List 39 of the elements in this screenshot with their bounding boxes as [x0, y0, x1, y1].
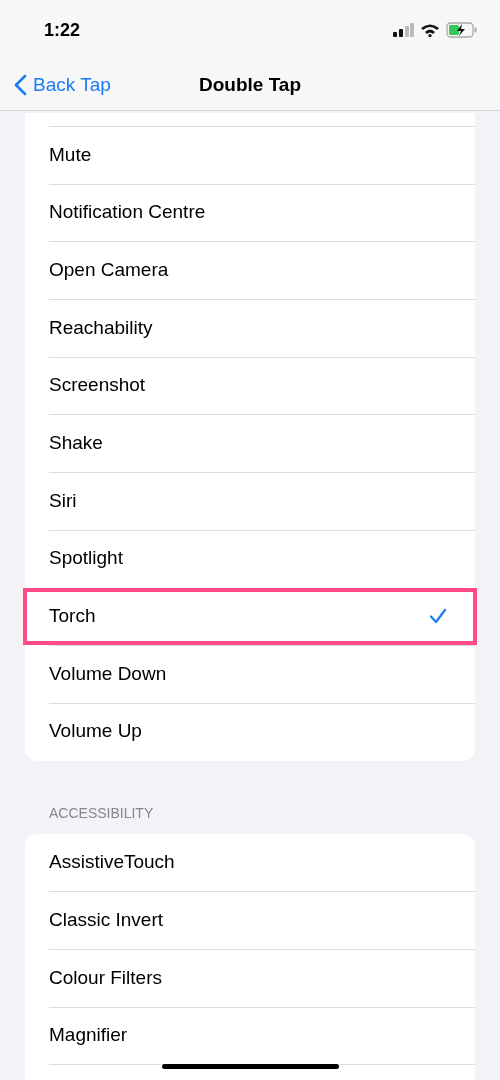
option-row[interactable]: Reachability — [25, 299, 475, 357]
checkmark-icon — [429, 608, 447, 625]
signal-icon — [392, 23, 414, 37]
option-label: Reachability — [49, 315, 153, 340]
battery-icon — [446, 22, 478, 38]
screen-title: Double Tap — [198, 72, 301, 97]
back-button[interactable]: Back Tap — [14, 70, 111, 100]
option-label: Shake — [49, 431, 103, 456]
option-label: Spotlight — [49, 546, 123, 571]
option-label: Colour Filters — [49, 965, 162, 990]
chevron-left-icon — [14, 74, 27, 96]
option-row[interactable]: Volume Down — [25, 645, 475, 703]
option-row[interactable]: Volume Up — [25, 702, 475, 761]
option-label: Open Camera — [49, 257, 169, 282]
option-label: Classic Invert — [49, 907, 164, 932]
option-label: Magnifier — [49, 1023, 128, 1048]
option-label: Siri — [49, 488, 77, 513]
option-row[interactable]: Mute — [25, 126, 475, 184]
option-label: Volume Up — [49, 719, 142, 744]
option-row[interactable]: AssistiveTouch — [25, 833, 475, 892]
option-row[interactable]: Colour Filters — [25, 948, 475, 1007]
option-row[interactable]: Torch — [23, 587, 477, 646]
option-label: Torch — [49, 604, 96, 629]
option-row[interactable]: Classic Invert — [25, 891, 475, 949]
option-row[interactable]: Spotlight — [25, 529, 475, 588]
option-row[interactable]: Screenshot — [25, 356, 475, 415]
option-row[interactable]: Siri — [25, 472, 475, 530]
wifi-icon — [420, 23, 440, 37]
option-label: AssistiveTouch — [49, 850, 175, 875]
option-label: Screenshot — [49, 373, 146, 398]
option-row[interactable]: Shake — [25, 414, 475, 473]
option-row[interactable]: Open Camera — [25, 241, 475, 300]
option-label: Notification Centre — [49, 200, 206, 225]
option-row[interactable]: Notification Centre — [25, 183, 475, 242]
section-header: ACCESSIBILITY — [49, 804, 154, 821]
option-label: Volume Down — [49, 661, 167, 686]
status-time: 1:22 — [44, 18, 81, 42]
option-row[interactable]: Magnifier — [25, 1006, 475, 1065]
option-label: Mute — [49, 142, 92, 167]
